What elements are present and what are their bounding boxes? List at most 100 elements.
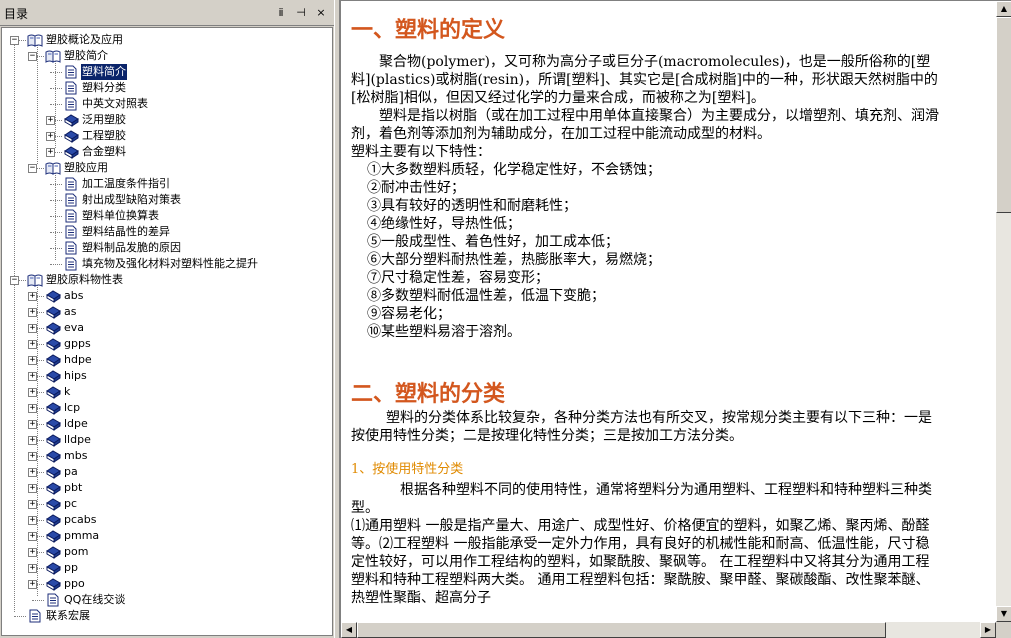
tree-node[interactable]: + lldpe [2,432,332,448]
expand-icon[interactable]: + [28,420,37,429]
tree-node[interactable]: 塑料制品发脆的原因 [2,240,332,256]
tree-node[interactable]: − 塑胶简介 [2,48,332,64]
tree-node-label[interactable]: pmma [63,528,100,544]
tree-node[interactable]: + abs [2,288,332,304]
expand-icon[interactable]: + [28,532,37,541]
tree-node-label[interactable]: 合金塑料 [81,144,127,160]
tree-node-label[interactable]: 联系宏展 [45,608,91,624]
tree-node-label[interactable]: pp [63,560,79,576]
scroll-down-icon[interactable]: ▼ [996,606,1011,622]
tree-node[interactable]: + pmma [2,528,332,544]
tree-node[interactable]: + pom [2,544,332,560]
tree-node-label[interactable]: 塑胶概论及应用 [45,32,124,48]
pane-restore-icon[interactable]: ⅱ [274,6,288,20]
vertical-scrollbar[interactable]: ▲ ▼ [996,1,1011,622]
expand-icon[interactable]: + [28,484,37,493]
tree-node-label[interactable]: 塑料简介 [81,64,127,80]
tree-node-label[interactable]: 填充物及强化材料对塑料性能之提升 [81,256,259,272]
tree-node[interactable]: 塑料单位换算表 [2,208,332,224]
tree-node[interactable]: + ldpe [2,416,332,432]
expand-icon[interactable]: + [28,580,37,589]
tree-node-label[interactable]: ppo [63,576,86,592]
tree-node-label[interactable]: 塑料制品发脆的原因 [81,240,182,256]
tree-node[interactable]: 塑料分类 [2,80,332,96]
tree-node[interactable]: − 塑胶原料物性表 [2,272,332,288]
tree-node[interactable]: + pc [2,496,332,512]
scroll-left-icon[interactable]: ◀ [341,622,357,638]
tree-node[interactable]: − 塑胶概论及应用 [2,32,332,48]
tree-node-label[interactable]: abs [63,288,84,304]
tree-node-label[interactable]: 工程塑胶 [81,128,127,144]
tree-node-label[interactable]: 塑料单位换算表 [81,208,160,224]
tree-node-label[interactable]: pbt [63,480,83,496]
horizontal-scroll-thumb[interactable] [357,622,886,638]
tree-node[interactable]: + hdpe [2,352,332,368]
tree-node[interactable]: + lcp [2,400,332,416]
tree-node[interactable]: + hips [2,368,332,384]
tree-node-label[interactable]: 塑胶原料物性表 [45,272,124,288]
tree-node-label[interactable]: 射出成型缺陷对策表 [81,192,182,208]
tree-node-label[interactable]: pc [63,496,78,512]
tree-node-label[interactable]: 泛用塑胶 [81,112,127,128]
expand-icon[interactable]: + [28,324,37,333]
pane-close-icon[interactable]: × [314,6,328,20]
tree-node[interactable]: + eva [2,320,332,336]
expand-icon[interactable]: + [28,564,37,573]
expand-icon[interactable]: + [28,340,37,349]
expand-icon[interactable]: + [46,116,55,125]
tree-node[interactable]: + pp [2,560,332,576]
collapse-icon[interactable]: − [10,276,19,285]
tree-node-label[interactable]: as [63,304,77,320]
tree-node-label[interactable]: pcabs [63,512,97,528]
tree-node-label[interactable]: hips [63,368,88,384]
tree-node-label[interactable]: ldpe [63,416,89,432]
expand-icon[interactable]: + [46,148,55,157]
tree-node[interactable]: + pbt [2,480,332,496]
tree-node-label[interactable]: lcp [63,400,81,416]
horizontal-scrollbar[interactable]: ◀ ▶ [341,622,996,638]
tree-node[interactable]: + 工程塑胶 [2,128,332,144]
expand-icon[interactable]: + [28,356,37,365]
tree-node-label[interactable]: 塑料分类 [81,80,127,96]
tree-node[interactable]: + pcabs [2,512,332,528]
tree-node[interactable]: 射出成型缺陷对策表 [2,192,332,208]
collapse-icon[interactable]: − [28,164,37,173]
expand-icon[interactable]: + [28,436,37,445]
expand-icon[interactable]: + [28,308,37,317]
expand-icon[interactable]: + [28,388,37,397]
tree-node-label[interactable]: 加工温度条件指引 [81,176,171,192]
tree-node-label[interactable]: 中英文对照表 [81,96,149,112]
tree-node-label[interactable]: 塑胶简介 [63,48,109,64]
pane-pin-icon[interactable]: ⊣ [294,6,308,20]
expand-icon[interactable]: + [46,132,55,141]
tree-node[interactable]: 塑料结晶性的差异 [2,224,332,240]
tree-node-label[interactable]: pom [63,544,89,560]
tree-node-label[interactable]: gpps [63,336,92,352]
tree-node[interactable]: QQ在线交谈 [2,592,332,608]
tree-node[interactable]: + mbs [2,448,332,464]
scroll-up-icon[interactable]: ▲ [996,1,1011,17]
expand-icon[interactable]: + [28,372,37,381]
tree-node-label[interactable]: lldpe [63,432,92,448]
vertical-scroll-thumb[interactable] [996,17,1011,213]
expand-icon[interactable]: + [28,468,37,477]
tree-node-label[interactable]: 塑胶应用 [63,160,109,176]
tree-node-label[interactable]: QQ在线交谈 [63,592,126,608]
expand-icon[interactable]: + [28,548,37,557]
tree-node[interactable]: 塑料简介 [2,64,332,80]
tree-node[interactable]: + k [2,384,332,400]
expand-icon[interactable]: + [28,500,37,509]
tree-node[interactable]: + gpps [2,336,332,352]
expand-icon[interactable]: + [28,452,37,461]
tree-node[interactable]: 中英文对照表 [2,96,332,112]
tree-node[interactable]: 加工温度条件指引 [2,176,332,192]
tree-node[interactable]: − 塑胶应用 [2,160,332,176]
collapse-icon[interactable]: − [10,36,19,45]
tree-node-label[interactable]: eva [63,320,85,336]
tree-node[interactable]: + pa [2,464,332,480]
tree-node[interactable]: + ppo [2,576,332,592]
tree-node-label[interactable]: k [63,384,71,400]
tree-node[interactable]: + 合金塑料 [2,144,332,160]
tree-node[interactable]: + as [2,304,332,320]
tree-node-label[interactable]: pa [63,464,79,480]
